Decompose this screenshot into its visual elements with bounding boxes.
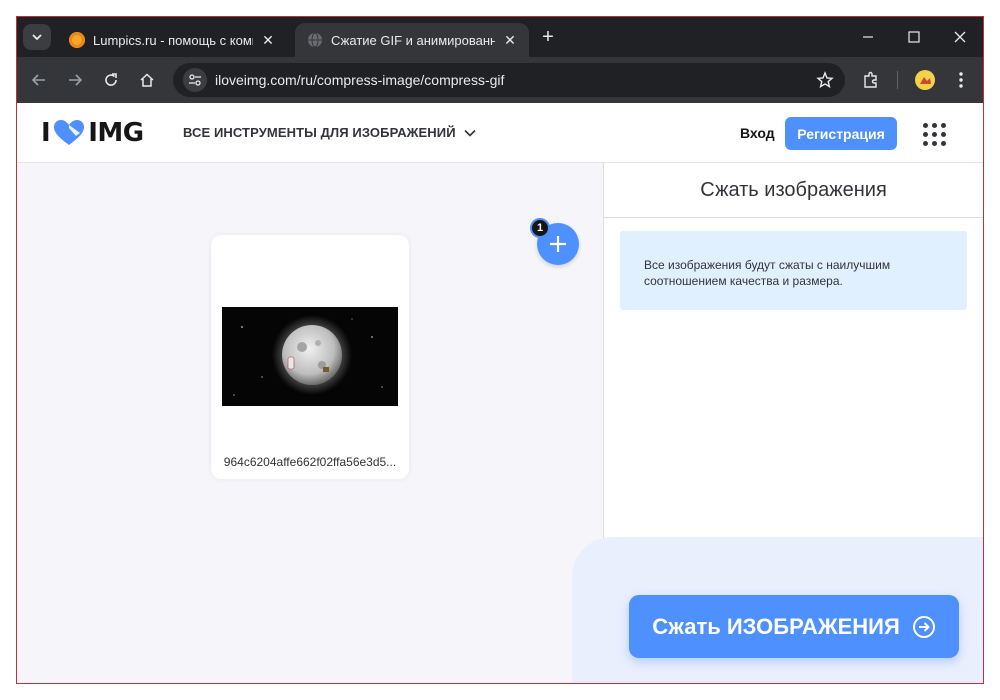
minimize-icon [863,36,873,38]
puzzle-icon [864,71,877,88]
orange-favicon-icon [69,32,85,48]
gif-thumbnail [222,307,398,406]
home-icon [140,73,154,87]
site-info-icon[interactable] [183,68,207,92]
file-workspace: 964c6204affe662f02ffa56e3d5... 1 [17,163,603,683]
arrow-left-icon [31,74,45,86]
chevron-down-icon [464,129,476,137]
all-tools-label: ВСЕ ИНСТРУМЕНТЫ ДЛЯ ИЗОБРАЖЕНИЙ [183,125,456,140]
arrow-right-icon [69,74,83,86]
bookmark-star-icon[interactable] [811,66,839,94]
chevron-down-icon [32,34,42,41]
browser-window: Lumpics.ru - помощь с компью ✕ Сжатие GI… [16,16,984,684]
home-button[interactable] [133,66,161,94]
close-icon[interactable]: ✕ [501,32,519,49]
browser-toolbar: iloveimg.com/ru/compress-image/compress-… [17,57,983,103]
logo-text-right: IMG [88,118,144,148]
reload-icon [105,73,117,86]
browser-menu-button[interactable] [947,66,975,94]
minimize-button[interactable] [845,17,891,57]
tab-iloveimg[interactable]: Сжатие GIF и анимированный ✕ [295,23,529,57]
globe-icon [307,32,323,48]
signup-button[interactable]: Регистрация [785,117,897,150]
all-tools-menu[interactable]: ВСЕ ИНСТРУМЕНТЫ ДЛЯ ИЗОБРАЖЕНИЙ [183,125,476,140]
more-vertical-icon [959,72,963,88]
file-count-badge: 1 [530,218,550,238]
plus-icon [550,236,566,252]
iloveimg-logo[interactable]: I IMG [41,118,144,148]
options-sidebar: Сжать изображения Все изображения будут … [572,163,983,683]
compress-button-label: Сжать ИЗОБРАЖЕНИЯ [652,613,900,639]
profile-avatar[interactable] [911,66,939,94]
page-content: I IMG ВСЕ ИНСТРУМЕНТЫ ДЛЯ ИЗОБРАЖЕНИЙ Вх… [17,103,983,683]
toolbar-divider [897,71,898,89]
close-icon[interactable]: ✕ [259,32,277,49]
arrow-right-circle-icon [912,615,935,638]
maximize-button[interactable] [891,17,937,57]
back-button[interactable] [25,66,53,94]
forward-button[interactable] [61,66,89,94]
heart-icon [54,120,85,145]
reload-button[interactable] [97,66,125,94]
logo-text-left: I [41,118,51,148]
file-card[interactable]: 964c6204affe662f02ffa56e3d5... [211,235,409,479]
site-header: I IMG ВСЕ ИНСТРУМЕНТЫ ДЛЯ ИЗОБРАЖЕНИЙ Вх… [17,103,983,163]
close-icon [954,31,966,43]
close-window-button[interactable] [937,17,983,57]
extensions-button[interactable] [857,66,885,94]
tab-search-button[interactable] [23,24,51,50]
info-message: Все изображения будут сжаты с наилучшим … [620,231,967,310]
url-text[interactable]: iloveimg.com/ru/compress-image/compress-… [215,72,811,88]
sidebar-title: Сжать изображения [604,163,983,218]
new-tab-button[interactable]: + [537,26,559,48]
file-name: 964c6204affe662f02ffa56e3d5... [223,455,397,469]
apps-grid-icon[interactable] [921,121,949,149]
tab-title: Сжатие GIF и анимированный [331,32,495,48]
tab-title: Lumpics.ru - помощь с компью [93,32,253,48]
tab-strip: Lumpics.ru - помощь с компью ✕ Сжатие GI… [17,17,983,57]
avatar-icon [915,70,935,90]
address-bar[interactable]: iloveimg.com/ru/compress-image/compress-… [173,63,845,97]
tab-lumpics[interactable]: Lumpics.ru - помощь с компью ✕ [57,23,287,57]
login-link[interactable]: Вход [740,125,775,141]
compress-images-button[interactable]: Сжать ИЗОБРАЖЕНИЯ [629,595,959,658]
maximize-icon [908,31,920,43]
